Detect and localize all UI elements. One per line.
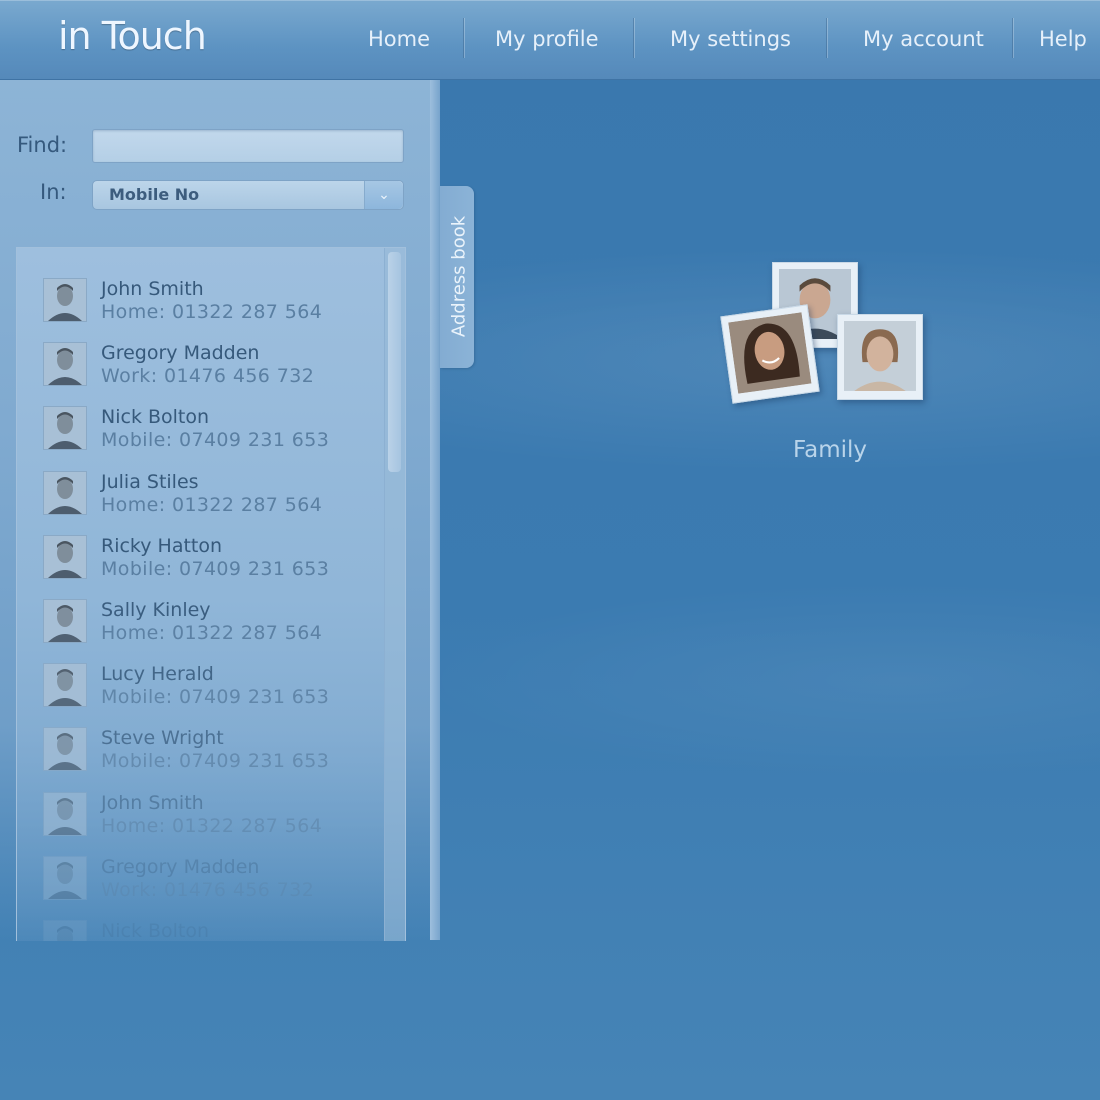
contact-list-item[interactable]: Gregory Madden Work: 01476 456 732 [17,332,383,396]
panel-divider [430,80,440,940]
nav-my-profile[interactable]: My profile [495,24,599,54]
contact-list-item[interactable]: Ricky Hatton Mobile: 07409 231 653 [17,525,383,589]
avatar [43,470,87,515]
nav-divider [633,18,634,58]
contact-phone: Work: 01476 456 732 [101,365,315,388]
contact-phone: Mobile: 07409 231 653 [101,686,330,709]
nav-my-account[interactable]: My account [863,24,984,54]
contact-list-item[interactable]: Steve Wright Mobile: 07409 231 653 [17,717,383,781]
contact-name: John Smith [101,791,204,814]
contact-name: Gregory Madden [101,855,260,878]
contact-list-item[interactable]: Julia Stiles Home: 01322 287 564 [17,461,383,525]
find-label: Find: [17,133,68,157]
chevron-down-icon[interactable]: ⌄ [364,181,403,209]
search-field-select[interactable]: Mobile No ⌄ [92,180,404,210]
contact-name: Gregory Madden [101,342,260,365]
avatar [43,406,87,451]
avatar [43,599,87,643]
nav-divider [463,18,464,58]
contact-phone: Home: 01322 287 564 [101,814,323,837]
contact-list-item[interactable]: John Smith Home: 01322 287 564 [17,782,383,846]
contact-name: Sally Kinley [101,599,211,621]
search-field-value: Mobile No [109,185,200,204]
contact-list-item[interactable]: Nick Bolton Mobile: 07409 231 653 [17,396,383,460]
nav-home[interactable]: Home [368,24,430,54]
tab-address-book-label: Address book [448,215,470,338]
list-scrollbar[interactable] [384,248,405,941]
contact-phone: Work: 01476 456 732 [101,878,315,901]
contact-list-item[interactable]: Sally Kinley Home: 01322 287 564 [17,589,383,653]
avatar [43,342,87,387]
contact-name: Julia Stiles [101,470,199,493]
avatar [43,855,87,900]
nav-help[interactable]: Help [1039,24,1087,54]
contact-phone: Mobile: 07409 231 653 [101,429,330,452]
contact-phone: Mobile: 07409 231 653 [101,557,330,580]
contact-list-item[interactable]: Gregory Madden Work: 01476 456 732 [17,846,383,910]
avatar [43,534,87,579]
nav-my-settings[interactable]: My settings [670,24,791,54]
avatar [43,791,87,836]
contact-name: Lucy Herald [101,663,214,686]
contact-name: Nick Bolton [101,406,210,429]
nav-divider [826,18,827,58]
contact-name: John Smith [101,278,204,300]
app-logo[interactable]: in Touch [58,14,207,58]
contact-phone: Home: 01322 287 564 [101,622,323,644]
contact-phone: Home: 01322 287 564 [101,301,323,323]
group-photo [837,314,923,400]
avatar [43,663,87,708]
nav-divider [1012,18,1013,58]
group-photo [720,304,820,404]
avatar [43,278,87,322]
in-label: In: [40,180,67,204]
contact-phone: Mobile: 07409 231 653 [101,750,330,773]
contact-name: Ricky Hatton [101,534,223,557]
contact-list-item[interactable]: John Smith Home: 01322 287 564 [17,268,383,332]
avatar [43,920,87,941]
group-family-label: Family [792,437,867,463]
contact-list-item[interactable]: Nick Bolton [17,910,383,941]
scrollbar-thumb[interactable] [388,252,401,472]
person-photo-icon [728,312,812,394]
contact-list-item[interactable]: Lucy Herald Mobile: 07409 231 653 [17,653,383,717]
find-input[interactable] [92,129,404,163]
tab-address-book[interactable]: Address book [440,186,474,368]
contact-name: Nick Bolton [101,920,210,941]
top-navigation-bar: in Touch Home My profile My settings My … [0,0,1100,80]
contact-phone: Home: 01322 287 564 [101,493,323,516]
person-photo-icon [844,321,916,391]
contact-list[interactable]: John Smith Home: 01322 287 564 Gregory Mad… [16,247,406,941]
avatar [43,727,87,772]
contact-name: Steve Wright [101,727,224,750]
